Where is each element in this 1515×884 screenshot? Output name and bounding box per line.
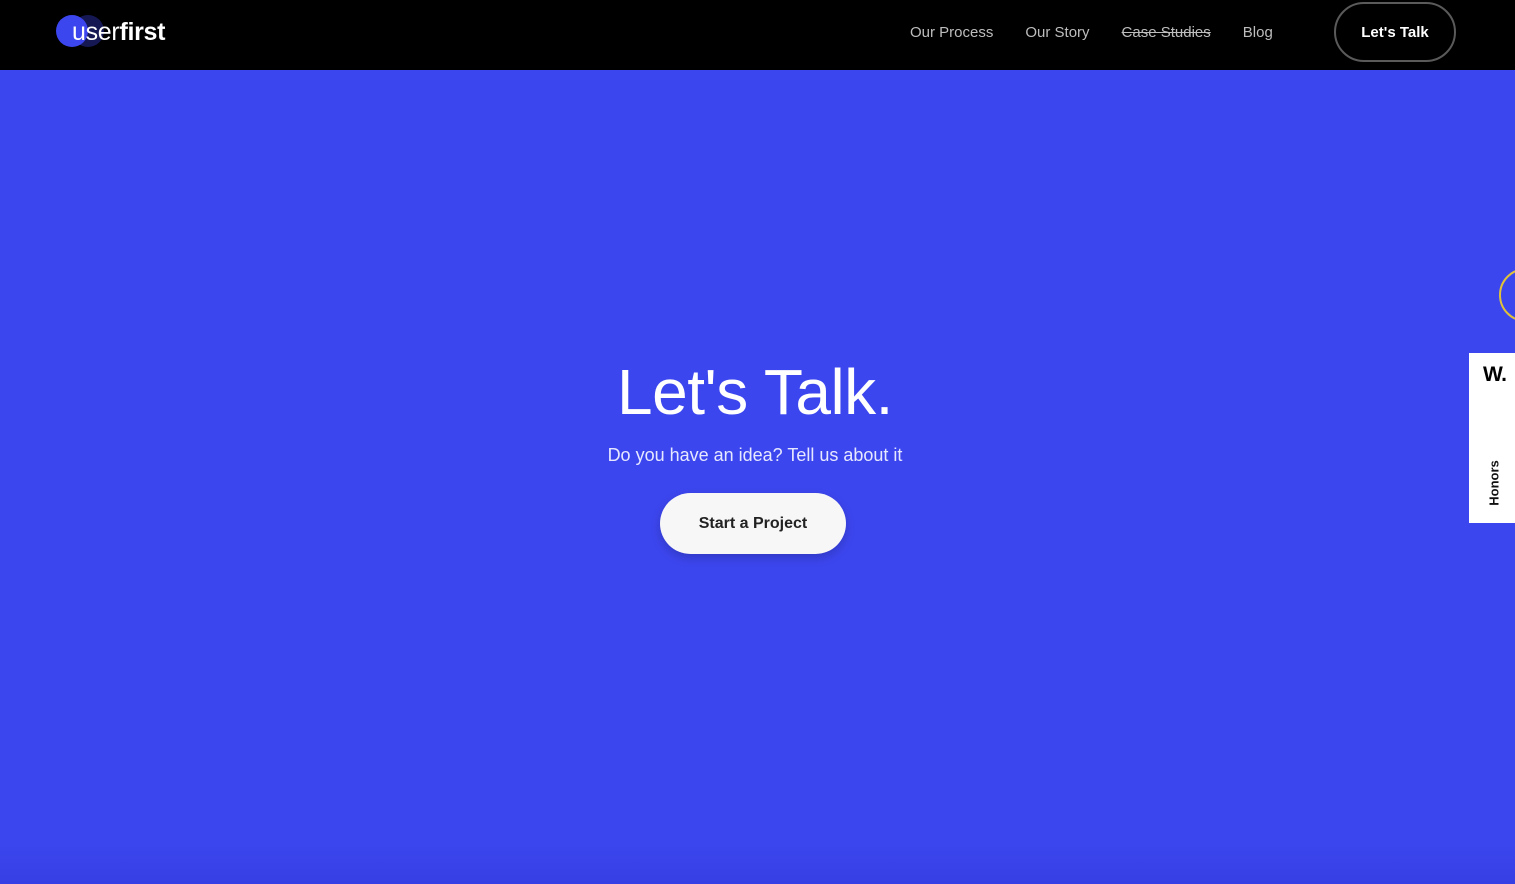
start-project-button[interactable]: Start a Project [660, 493, 846, 554]
nav-our-process[interactable]: Our Process [910, 24, 993, 41]
page: userfirst Our Process Our Story Case Stu… [0, 0, 1515, 884]
nav-case-studies[interactable]: Case Studies [1122, 24, 1211, 41]
userfirst-logo[interactable]: userfirst [56, 15, 165, 49]
main-nav: Our Process Our Story Case Studies Blog [894, 0, 1289, 64]
ring-icon[interactable] [1499, 268, 1515, 322]
nav-our-story[interactable]: Our Story [1025, 24, 1089, 41]
top-header: userfirst Our Process Our Story Case Stu… [0, 0, 1515, 70]
hero-subtitle: Do you have an idea? Tell us about it [607, 445, 903, 465]
honors-label: Honors [1486, 460, 1502, 506]
hero-title: Let's Talk. [617, 356, 893, 428]
lets-talk-button[interactable]: Let's Talk [1334, 2, 1456, 62]
honors-badge[interactable]: W. Honors [1469, 353, 1515, 523]
honors-mark: W. [1483, 363, 1507, 386]
bottom-shade [0, 844, 1515, 884]
logo-wordmark: userfirst [72, 15, 165, 49]
logo-text-light: user [72, 18, 120, 46]
logo-text-bold: first [119, 18, 166, 46]
nav-blog[interactable]: Blog [1243, 24, 1273, 41]
